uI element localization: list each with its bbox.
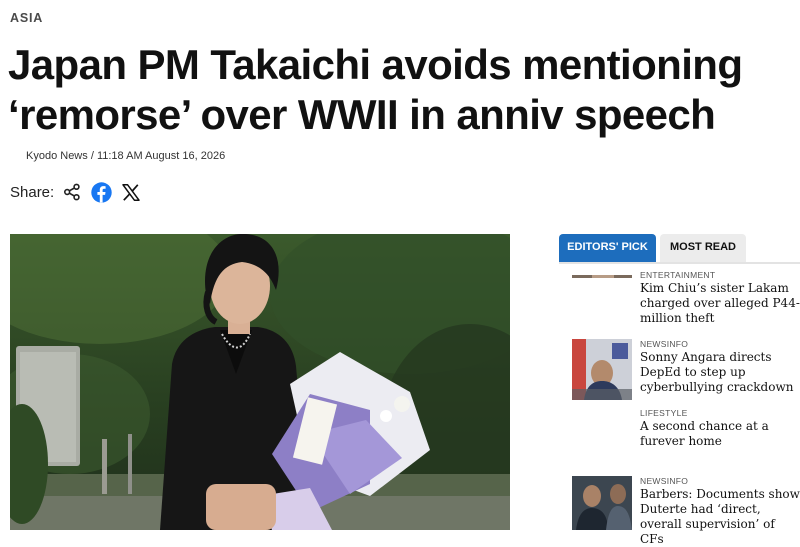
list-item[interactable]: NEWSINFO Sonny Angara directs DepEd to s…	[572, 339, 800, 401]
byline-source[interactable]: Kyodo News	[26, 150, 88, 162]
news-category[interactable]: NEWSINFO	[640, 339, 800, 349]
list-item[interactable]: ENTERTAINMENT Kim Chiu’s sister Lakam ch…	[572, 270, 800, 326]
list-item[interactable]: LIFESTYLE A second chance at a furever h…	[572, 408, 800, 448]
tab-most-read[interactable]: MOST READ	[660, 234, 746, 262]
news-title[interactable]: A second chance at a furever home	[640, 419, 800, 449]
news-category[interactable]: NEWSINFO	[640, 476, 800, 486]
facebook-icon[interactable]	[91, 181, 112, 203]
news-thumbnail[interactable]	[572, 339, 632, 400]
tab-editors-pick[interactable]: EDITORS' PICK	[559, 234, 656, 262]
byline: Kyodo News / 11:18 AM August 16, 2026	[26, 150, 225, 162]
list-item[interactable]: NEWSINFO Barbers: Documents show Duterte…	[572, 476, 800, 546]
news-thumbnail[interactable]	[572, 270, 632, 278]
hero-photo	[10, 234, 510, 530]
byline-separator: /	[90, 150, 94, 162]
article-headline: Japan PM Takaichi avoids mentioning ‘rem…	[8, 41, 743, 138]
news-title[interactable]: Kim Chiu’s sister Lakam charged over all…	[640, 281, 800, 326]
sidebar-tabs: EDITORS' PICK MOST READ	[559, 234, 800, 264]
share-bar: Share:	[10, 180, 150, 204]
news-category[interactable]: LIFESTYLE	[640, 408, 800, 418]
byline-timestamp: 11:18 AM August 16, 2026	[96, 150, 226, 162]
news-thumbnail[interactable]	[572, 476, 632, 530]
news-category[interactable]: ENTERTAINMENT	[640, 270, 800, 280]
news-title[interactable]: Barbers: Documents show Duterte had ‘dir…	[640, 487, 800, 547]
news-title[interactable]: Sonny Angara directs DepEd to step up cy…	[640, 350, 800, 395]
share-label: Share:	[10, 183, 55, 201]
x-icon[interactable]	[122, 183, 140, 201]
share-icon[interactable]	[63, 183, 81, 201]
section-label[interactable]: ASIA	[10, 11, 43, 25]
